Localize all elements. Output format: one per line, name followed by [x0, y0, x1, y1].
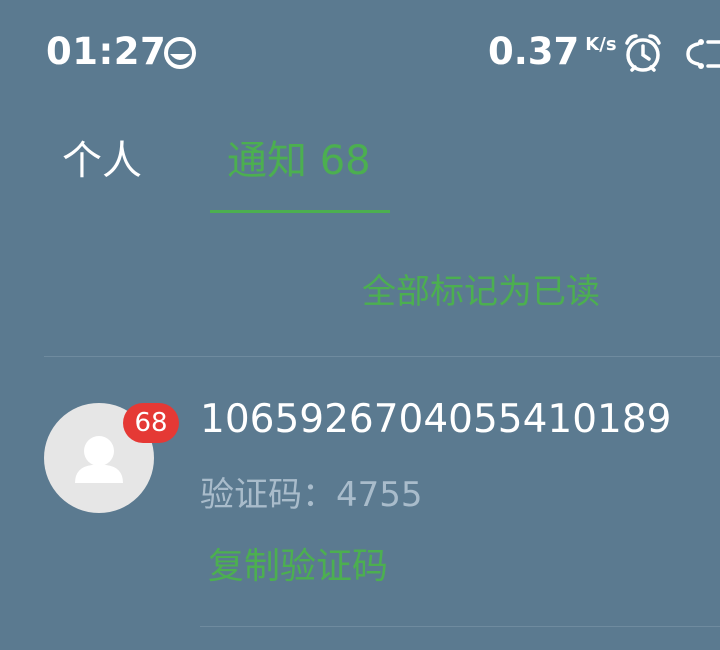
tab-notifications[interactable]: 通知 68: [210, 104, 390, 216]
mark-all-read-button[interactable]: 全部标记为已读: [362, 264, 600, 313]
status-time: 01:27: [46, 30, 167, 73]
divider: [200, 626, 720, 627]
app-status-icon: [163, 36, 197, 70]
status-bar: 01:27 0.37 K/s: [0, 0, 720, 104]
alarm-icon: [622, 32, 664, 74]
unread-count-badge: 68: [123, 403, 179, 443]
network-speed-unit: K/s: [585, 34, 617, 55]
tab-bar: 个人 通知 68: [0, 104, 720, 216]
network-speed: 0.37 K/s: [488, 30, 617, 73]
network-speed-value: 0.37: [488, 30, 580, 73]
tab-personal[interactable]: 个人: [62, 128, 142, 186]
tab-notifications-label: 通知 68: [227, 138, 371, 184]
sync-icon: [684, 36, 720, 72]
notification-preview: 验证码：4755: [200, 475, 423, 515]
notification-sender: 10659267040554101​89: [200, 397, 672, 442]
active-tab-indicator: [210, 210, 390, 213]
copy-verification-code-button[interactable]: 复制验证码: [208, 537, 388, 589]
notification-item[interactable]: 68 10659267040554101​89 验证码：4755 复制验证码: [0, 357, 720, 629]
